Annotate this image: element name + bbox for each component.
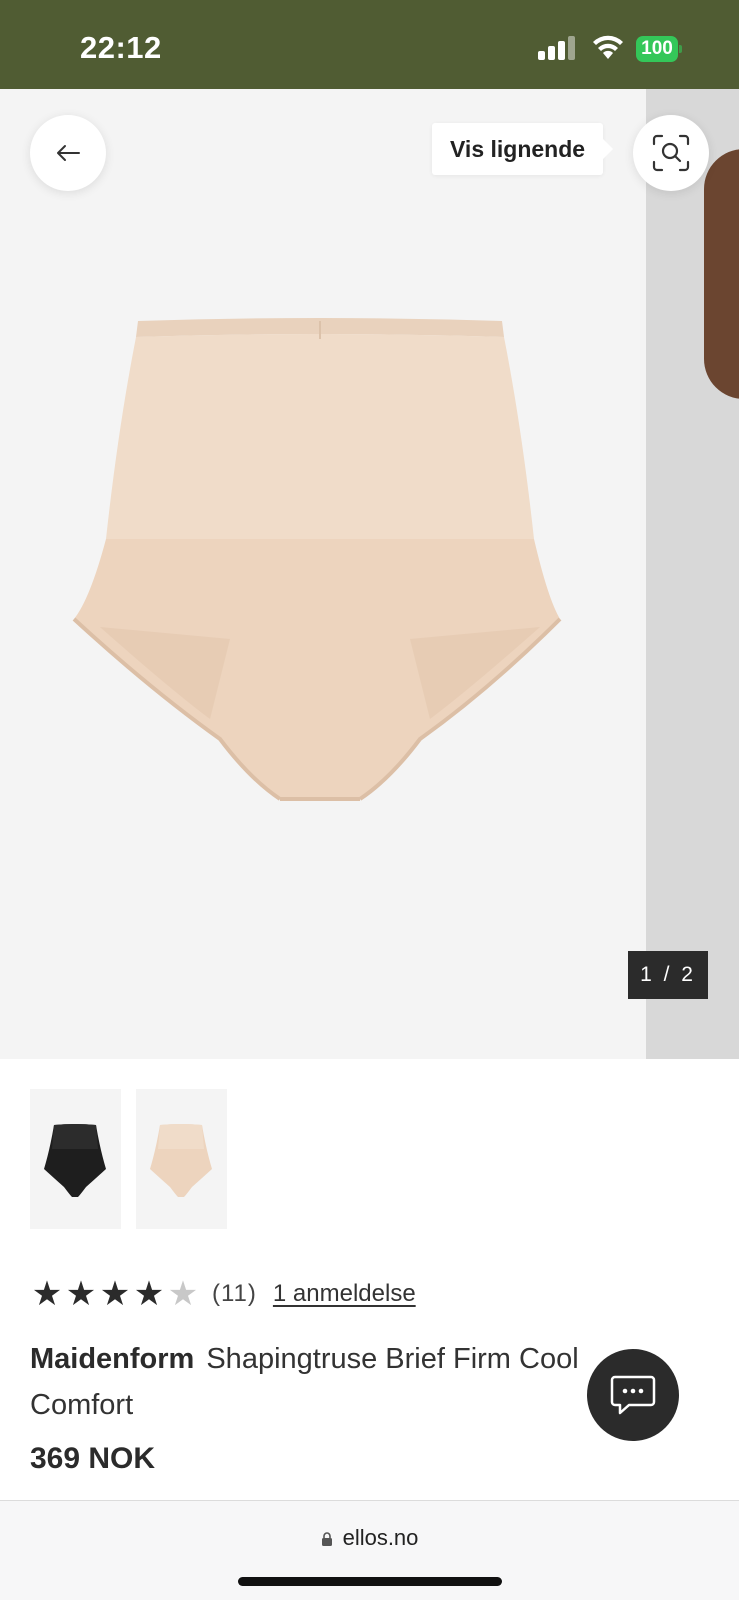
- star-filled-icon: ★: [31, 1275, 63, 1313]
- chat-bubble-icon: [610, 1375, 656, 1415]
- thumbnail-image: [44, 1124, 106, 1197]
- wifi-icon: [593, 35, 623, 59]
- next-product-image-peek[interactable]: [646, 89, 739, 1059]
- product-rating: ★ ★ ★ ★ ★ (11) 1 anmeldelse: [30, 1274, 416, 1314]
- product-title: Maidenform Shapingtruse Brief Firm Cool C…: [30, 1336, 630, 1428]
- url-text: ellos.no: [342, 1525, 419, 1550]
- star-filled-icon: ★: [99, 1275, 131, 1313]
- similar-items-tooltip[interactable]: Vis lignende: [432, 123, 614, 175]
- product-image-gallery[interactable]: Vis lignende 1 / 2: [0, 89, 739, 1059]
- product-price: 369 NOK: [30, 1442, 156, 1475]
- lock-icon: [321, 1532, 332, 1546]
- star-empty-icon: ★: [167, 1275, 199, 1313]
- battery-icon: 100: [636, 36, 682, 62]
- battery-level: 100: [636, 36, 678, 62]
- rating-count: (11): [212, 1280, 257, 1307]
- cellular-signal-icon: [538, 36, 578, 60]
- arrow-left-icon: [57, 145, 80, 161]
- thumbnail-black[interactable]: [30, 1089, 121, 1229]
- product-brand[interactable]: Maidenform: [30, 1343, 194, 1375]
- back-button[interactable]: [30, 115, 106, 191]
- home-indicator[interactable]: [238, 1577, 502, 1586]
- thumbnail-beige[interactable]: [136, 1089, 227, 1229]
- reviews-link[interactable]: 1 anmeldelse: [273, 1280, 416, 1308]
- visual-search-button[interactable]: [633, 115, 709, 191]
- star-filled-icon: ★: [65, 1275, 97, 1313]
- visual-search-icon: [652, 134, 690, 172]
- status-time: 22:12: [80, 30, 162, 65]
- thumbnail-image: [150, 1124, 212, 1197]
- browser-address-bar[interactable]: ellos.no: [0, 1500, 739, 1600]
- status-bar: 22:12 100: [0, 0, 739, 89]
- star-filled-icon: ★: [133, 1275, 165, 1313]
- image-counter: 1 / 2: [628, 951, 708, 999]
- chat-button[interactable]: [587, 1349, 679, 1441]
- product-image: [72, 318, 562, 801]
- url-display[interactable]: ellos.no: [0, 1525, 739, 1551]
